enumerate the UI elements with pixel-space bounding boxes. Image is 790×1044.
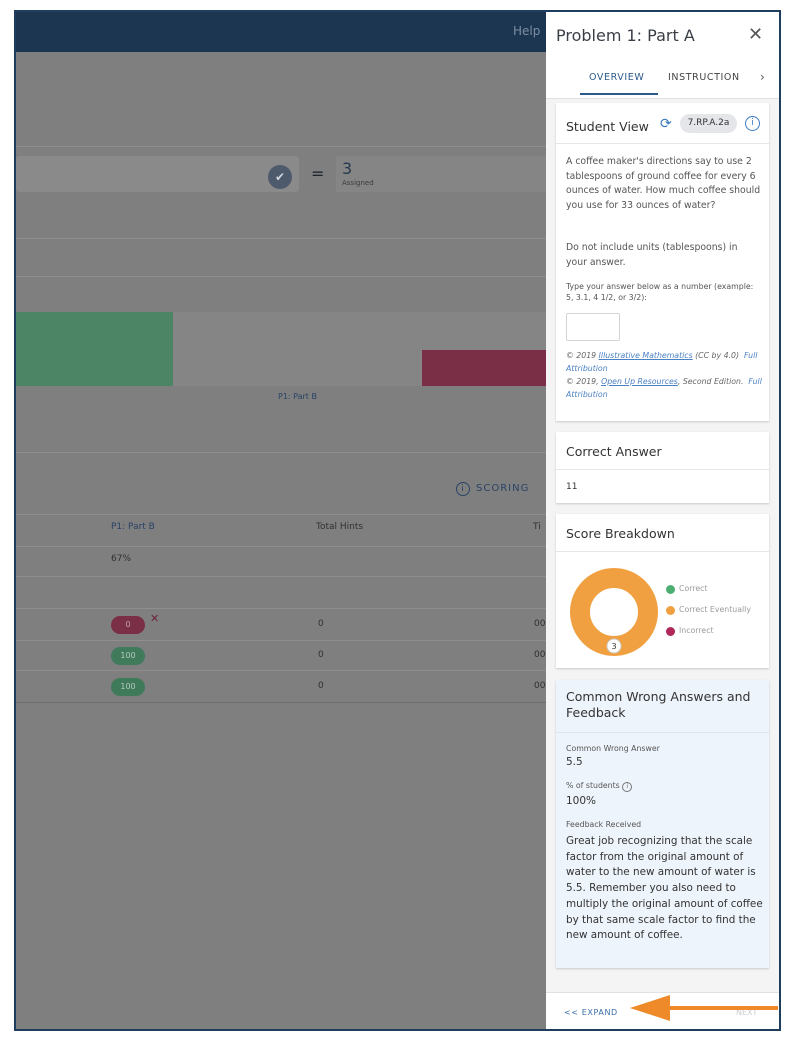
dimmed-report-page: ✔ = 3 Assigned P1: Part B i SCORING P1: P… <box>16 52 546 1029</box>
bar-correct <box>16 312 173 386</box>
active-tab-indicator <box>580 93 658 95</box>
close-icon[interactable]: ✕ <box>748 24 763 45</box>
window-frame: Help ✔ = 3 Assigned P1: Part B i SCORING … <box>14 10 781 1031</box>
attribution-text: © 2019 <box>566 351 599 360</box>
chevron-right-icon[interactable]: › <box>760 70 765 84</box>
legend-label: Incorrect <box>679 626 714 635</box>
feedback-text: Great job recognizing that the scale fac… <box>566 835 763 942</box>
help-link[interactable]: Help <box>513 24 540 38</box>
open-up-link[interactable]: Open Up Resources <box>601 377 678 386</box>
legend-incorrect: Incorrect <box>666 626 714 636</box>
expand-button[interactable]: << EXPAND <box>564 1008 618 1017</box>
legend-label: Correct <box>679 584 708 593</box>
scoring-label: SCORING <box>476 483 530 494</box>
score-donut-chart: 3 <box>570 568 658 656</box>
avg-score: 67% <box>111 554 132 564</box>
hints-cell: 0 <box>318 681 324 691</box>
eventually-dot-icon <box>666 605 675 615</box>
answer-prompt: Type your answer below as a number (exam… <box>566 282 754 302</box>
attribution-text: © 2019, <box>566 377 602 386</box>
student-view-title: Student View <box>566 119 649 134</box>
incorrect-dot-icon <box>666 626 675 636</box>
score-pill[interactable]: 100 <box>111 647 145 665</box>
equals-sign: = <box>311 164 325 183</box>
col-header-hints[interactable]: Total Hints <box>316 522 363 532</box>
percent-value: 100% <box>566 795 597 807</box>
col-header-part-b[interactable]: P1: Part B <box>111 522 155 532</box>
wrong-answer-value: 5.5 <box>566 756 583 768</box>
question-text: A coffee maker's directions say to use 2… <box>566 156 761 211</box>
legend-label: Correct Eventually <box>679 605 751 614</box>
checkbox-icon: ✔ <box>268 165 292 189</box>
donut-slice-correct-eventually <box>570 568 658 656</box>
standard-tag[interactable]: 7.RP.A.2a <box>680 114 737 133</box>
bar-incorrect <box>422 350 546 386</box>
correct-answer-value: 11 <box>566 482 578 492</box>
panel-tabs: OVERVIEW INSTRUCTION › <box>546 68 779 98</box>
tab-instructions[interactable]: INSTRUCTION <box>668 72 740 83</box>
illustrative-math-link[interactable]: Illustrative Mathematics <box>599 351 693 360</box>
wrong-answer-label: Common Wrong Answer <box>566 744 660 753</box>
common-wrong-title: Common Wrong Answers and Feedback <box>566 689 751 720</box>
legend-correct-eventually: Correct Eventually <box>666 605 751 615</box>
info-icon: i <box>456 482 470 496</box>
legend-correct: Correct <box>666 584 707 594</box>
percent-label-text: % of students <box>566 781 620 790</box>
assigned-label: Assigned <box>342 179 374 187</box>
answer-input[interactable] <box>566 313 620 341</box>
correct-dot-icon <box>666 584 675 594</box>
time-cell: 00 <box>534 681 546 691</box>
assigned-count: 3 <box>342 159 353 178</box>
scoring-button[interactable]: i SCORING <box>456 482 529 496</box>
time-cell: 00 <box>534 650 546 660</box>
donut-count-label: 3 <box>611 642 616 651</box>
panel-title: Problem 1: Part A <box>556 26 695 45</box>
hints-cell: 0 <box>318 619 324 629</box>
attribution-text: , Second Edition. <box>677 377 744 386</box>
feedback-label: Feedback Received <box>566 820 642 829</box>
attribution-text: (CC by 4.0) <box>692 351 740 360</box>
hints-cell: 0 <box>318 650 324 660</box>
common-wrong-answers-card: Common Wrong Answers and Feedback Common… <box>556 680 769 968</box>
correct-answer-title: Correct Answer <box>566 444 662 459</box>
annotation-arrow-icon <box>630 995 778 1021</box>
info-icon[interactable]: i <box>745 116 760 131</box>
assign-card: ✔ <box>16 156 299 192</box>
panel-header: Problem 1: Part A ✕ OVERVIEW INSTRUCTION… <box>546 12 779 99</box>
col-header-time[interactable]: Ti <box>533 522 541 532</box>
attribution: © 2019 Illustrative Mathematics (CC by 4… <box>566 349 766 401</box>
info-icon[interactable]: i <box>622 782 633 792</box>
bar-label: P1: Part B <box>278 392 317 401</box>
time-cell: 00 <box>534 619 546 629</box>
score-pill[interactable]: 100 <box>111 678 145 696</box>
score-breakdown-title: Score Breakdown <box>566 526 675 541</box>
problem-side-panel: Problem 1: Part A ✕ OVERVIEW INSTRUCTION… <box>546 12 779 1029</box>
percent-label: % of students i <box>566 781 633 792</box>
incorrect-x-icon: ✕ <box>150 612 160 625</box>
tab-overview[interactable]: OVERVIEW <box>589 72 644 83</box>
units-note: Do not include units (tablespoons) in yo… <box>566 242 738 268</box>
refresh-icon[interactable]: ⟳ <box>660 116 672 132</box>
score-pill[interactable]: 0 <box>111 616 145 634</box>
student-view-card: Student View ⟳ 7.RP.A.2a i A coffee make… <box>556 103 769 421</box>
correct-answer-card: Correct Answer 11 <box>556 432 769 503</box>
score-breakdown-card: Score Breakdown 3 Correct Correct Eventu… <box>556 514 769 668</box>
